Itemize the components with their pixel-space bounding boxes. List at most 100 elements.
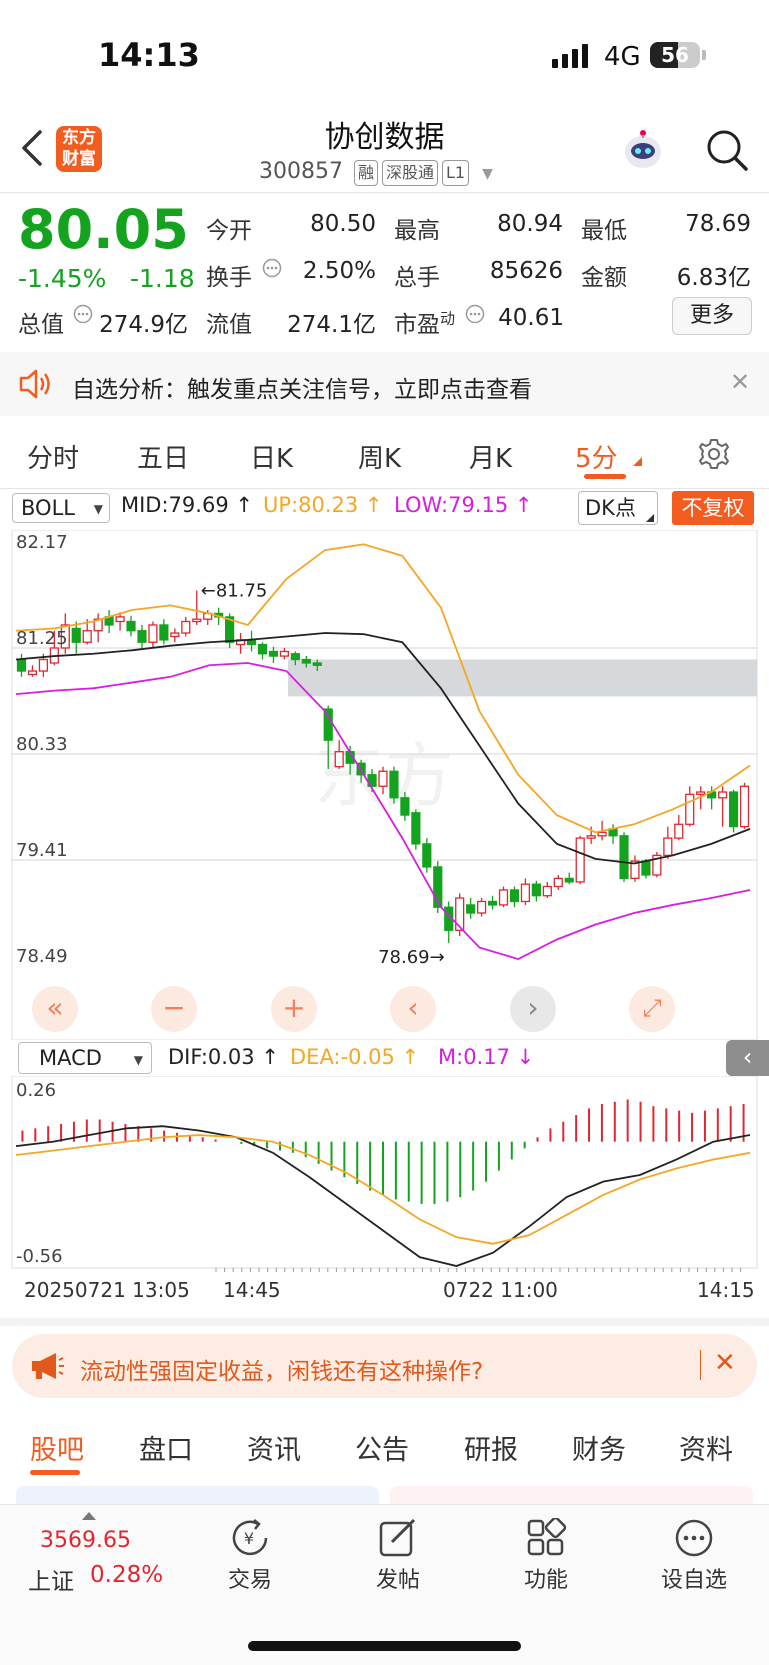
info-icon[interactable] (465, 304, 485, 324)
nav-post[interactable]: 发帖 (338, 1562, 458, 1594)
tab-daily-k[interactable]: 日K (250, 438, 293, 475)
volume-label: 总手 (394, 265, 440, 291)
next-button[interactable]: › (510, 986, 556, 1032)
subtab-research[interactable]: 研报 (464, 1428, 518, 1467)
high-marker-label: ←81.75 (201, 580, 268, 601)
subtab-orderbook[interactable]: 盘口 (139, 1428, 193, 1467)
battery-icon: 56 (650, 42, 700, 68)
macd-y-top-label: 0.26 (16, 1080, 56, 1101)
macd-chart[interactable]: 0.26 -0.56 (0, 1076, 769, 1272)
macd-indicator-select[interactable]: MACD (18, 1042, 152, 1075)
period-tabs: 分时 五日 日K 周K 月K 5分 (0, 428, 769, 488)
candle-body (520, 883, 531, 903)
arrow-up-icon: ↑ (394, 1045, 420, 1069)
candle-body (181, 620, 191, 634)
tab-monthly-k[interactable]: 月K (469, 438, 512, 475)
candle-body (148, 624, 158, 643)
candle-body (389, 770, 399, 799)
battery-level: 56 (661, 43, 689, 67)
more-dots-icon[interactable] (674, 1518, 714, 1558)
macd-dif-value: DIF:0.03 ↑ (168, 1045, 279, 1079)
compose-icon[interactable] (378, 1518, 418, 1558)
candle-body (400, 797, 410, 816)
banner-text: 自选分析：触发重点关注信号，立即点击查看 (72, 377, 532, 403)
candle-body (575, 837, 585, 883)
info-icon[interactable] (73, 304, 93, 324)
expand-up-icon[interactable] (82, 1512, 96, 1520)
y-tick-label: 81.25 (16, 628, 68, 649)
subtab-finance[interactable]: 财务 (572, 1428, 626, 1467)
tab-5min[interactable]: 5分 (575, 438, 618, 475)
time-label-mid1: 14:45 (223, 1278, 281, 1302)
candle-body (477, 900, 487, 914)
candle-body (312, 662, 322, 666)
candle-body (564, 877, 574, 883)
macd-dif-text: DIF:0.03 (168, 1045, 255, 1069)
rewind-button[interactable]: « (32, 986, 78, 1032)
candle-body (685, 793, 695, 825)
zoom-out-button[interactable]: − (151, 986, 197, 1032)
subtab-forum[interactable]: 股吧 (30, 1428, 84, 1467)
signal-icon (552, 44, 588, 68)
collapse-panel-button[interactable]: ‹ (726, 1040, 769, 1076)
main-indicator-select[interactable]: BOLL (12, 493, 110, 523)
index-change[interactable]: 0.28% (90, 1562, 163, 1588)
nav-functions[interactable]: 功能 (486, 1562, 606, 1594)
stock-code-row[interactable]: 300857 融深股通 L1 ▼ (259, 159, 493, 186)
candle-body (38, 658, 48, 672)
last-price: 80.05 (18, 198, 189, 261)
candle-body (619, 835, 629, 880)
boll-mid-text: MID:79.69 (121, 493, 229, 517)
high-value: 80.94 (497, 211, 563, 237)
index-name[interactable]: 上证 (28, 1562, 74, 1596)
section-gap (0, 1318, 769, 1326)
candle-body (586, 835, 596, 839)
kline-chart[interactable]: 东方 82.1781.2580.3379.4178.49←81.7578.69→ (0, 530, 769, 1040)
mktcap-label: 总值 (18, 312, 64, 338)
candle-body (290, 653, 300, 661)
arrow-down-icon: ↓ (509, 1045, 535, 1069)
subtab-profile[interactable]: 资料 (679, 1428, 733, 1467)
chevron-down-icon: ▼ (482, 166, 493, 182)
tab-five-day[interactable]: 五日 (137, 438, 189, 475)
candle-body (466, 904, 476, 914)
subtab-announcements[interactable]: 公告 (355, 1428, 409, 1467)
tabs-divider (0, 488, 769, 489)
tab-menu-indicator (633, 457, 642, 466)
candle-body (115, 616, 125, 623)
arrow-up-icon: ↑ (508, 493, 533, 517)
y-tick-label: 80.33 (16, 734, 68, 755)
robot-assistant-icon[interactable] (620, 126, 666, 172)
gear-icon[interactable] (697, 437, 731, 471)
boll-mid-value: MID:79.69 ↑ (121, 493, 253, 527)
close-icon[interactable]: ✕ (714, 1348, 736, 1378)
candle-body (71, 627, 81, 643)
expand-button[interactable]: ⤢ (629, 986, 675, 1032)
zoom-in-button[interactable]: + (271, 986, 317, 1032)
close-icon[interactable]: ✕ (730, 368, 750, 396)
candle-body (663, 837, 673, 857)
subtab-news[interactable]: 资讯 (247, 1428, 301, 1467)
turnover-value: 2.50% (302, 258, 376, 284)
change-amount: -1.18 (130, 264, 195, 293)
tab-weekly-k[interactable]: 周K (358, 438, 401, 475)
macd-y-bottom-label: -0.56 (16, 1246, 63, 1267)
time-label-start: 20250721 13:05 (24, 1278, 190, 1302)
header-divider (0, 192, 769, 193)
info-icon[interactable] (262, 258, 282, 278)
prev-button[interactable]: ‹ (390, 986, 436, 1032)
candle-body (696, 791, 706, 795)
tab-intraday[interactable]: 分时 (27, 438, 79, 475)
trade-icon[interactable]: ¥ (228, 1518, 272, 1558)
nav-add-watchlist[interactable]: 设自选 (634, 1562, 754, 1594)
no-adjust-button[interactable]: 不复权 (672, 491, 754, 525)
more-button[interactable]: 更多 (672, 297, 752, 335)
promo-separator (700, 1350, 701, 1380)
index-value[interactable]: 3569.65 (40, 1528, 131, 1553)
candle-body (192, 618, 202, 623)
candle-body (411, 812, 421, 845)
search-icon[interactable] (705, 128, 749, 172)
grid-apps-icon[interactable] (526, 1518, 566, 1558)
high-label: 最高 (394, 218, 440, 244)
nav-trade[interactable]: 交易 (190, 1562, 310, 1594)
